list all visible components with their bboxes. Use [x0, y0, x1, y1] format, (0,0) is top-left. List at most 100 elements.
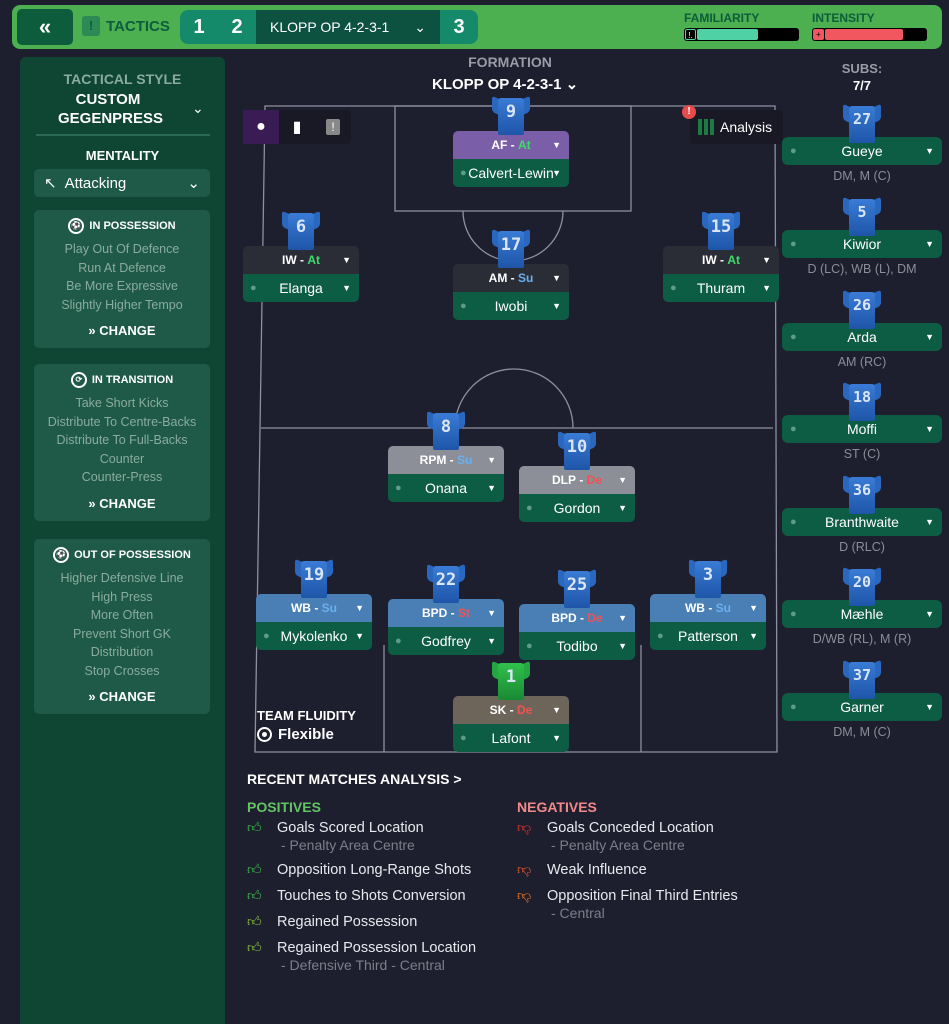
familiarity-icon: !.	[685, 29, 696, 40]
thumbs-down-icon: 👎︎	[517, 861, 532, 877]
sub-player[interactable]: 36 ● Branthwaite ▼ D (RLC)	[782, 474, 942, 554]
role-dropdown[interactable]: AM - Su ▼	[453, 264, 569, 292]
tactics-label: ! TACTICS	[82, 16, 170, 36]
duty-label: De	[586, 473, 602, 487]
role-dropdown[interactable]: WB - Su ▼	[256, 594, 372, 622]
player-card[interactable]: 19 WB - Su ▼ ● Mykolenko ▼	[256, 558, 372, 650]
role-dropdown[interactable]: IW - At ▼	[243, 246, 359, 274]
shirt-icon: 22	[427, 563, 465, 603]
shirt-number: 15	[710, 217, 732, 237]
analysis-item: 👍︎ Goals Scored Location - Penalty Area Ce…	[247, 819, 476, 853]
sub-player[interactable]: 37 ● Garner ▼ DM, M (C)	[782, 659, 942, 739]
mentality-dropdown[interactable]: ↖ Attacking ⌄	[34, 169, 210, 197]
team-fluidity-label: TEAM FLUIDITY	[257, 708, 356, 723]
analysis-item: 👍︎ Regained Possession	[247, 913, 476, 931]
player-name: Godfrey	[421, 633, 471, 649]
thumbs-up-icon: 👍︎	[247, 939, 262, 955]
info-view-button[interactable]: !	[315, 110, 351, 144]
player-dropdown[interactable]: ● Godfrey ▼	[388, 627, 504, 655]
sub-player[interactable]: 5 ● Kiwior ▼ D (LC), WB (L), DM	[782, 196, 942, 276]
role-dropdown[interactable]: AF - At ▼	[453, 131, 569, 159]
player-view-button[interactable]: ●	[243, 110, 279, 144]
caret-down-icon: ▼	[552, 705, 561, 715]
role-dropdown[interactable]: RPM - Su ▼	[388, 446, 504, 474]
back-button[interactable]: «	[17, 9, 73, 45]
change-button[interactable]: » CHANGE	[34, 323, 210, 338]
player-card[interactable]: 22 BPD - St ▼ ● Godfrey ▼	[388, 563, 504, 655]
instruction-item: More Often	[90, 608, 154, 622]
role-dropdown[interactable]: IW - At ▼	[663, 246, 779, 274]
player-dropdown[interactable]: ● Mykolenko ▼	[256, 622, 372, 650]
shirt-number: 22	[435, 570, 457, 590]
player-dropdown[interactable]: ● Thuram ▼	[663, 274, 779, 302]
caret-down-icon: ▼	[762, 283, 771, 293]
recent-matches-analysis-link[interactable]: RECENT MATCHES ANALYSIS >	[247, 771, 462, 787]
player-dropdown[interactable]: ● Todibo ▼	[519, 632, 635, 660]
shirt-number: 8	[440, 417, 452, 437]
chevron-down-icon: ⌄	[565, 76, 579, 93]
player-card[interactable]: 10 DLP - De ▼ ● Gordon ▼	[519, 430, 635, 522]
role-dropdown[interactable]: BPD - St ▼	[388, 599, 504, 627]
tactic-slot-2[interactable]: 2	[218, 16, 256, 39]
thumbs-up-icon: 👍︎	[247, 861, 262, 877]
caret-down-icon: ▼	[749, 603, 758, 613]
sub-player[interactable]: 18 ● Moffi ▼ ST (C)	[782, 381, 942, 461]
caret-down-icon: ▼	[487, 455, 496, 465]
change-button[interactable]: » CHANGE	[34, 689, 210, 704]
shirt-number: 17	[500, 235, 522, 255]
tactic-slot-1[interactable]: 1	[180, 16, 218, 39]
analysis-item-detail: - Central	[551, 905, 605, 921]
player-name: Lafont	[491, 730, 531, 746]
bar-chart-icon: ▮	[292, 119, 302, 136]
caret-down-icon: ▼	[925, 332, 934, 342]
player-dropdown[interactable]: ● Iwobi ▼	[453, 292, 569, 320]
role-dropdown[interactable]: SK - De ▼	[453, 696, 569, 724]
tactic-slot-3[interactable]: 3	[440, 16, 478, 39]
player-dropdown[interactable]: ● Onana ▼	[388, 474, 504, 502]
change-label: CHANGE	[99, 495, 156, 511]
stats-view-button[interactable]: ▮	[279, 110, 315, 144]
player-card[interactable]: 17 AM - Su ▼ ● Iwobi ▼	[453, 228, 569, 320]
person-icon: ●	[790, 331, 797, 343]
player-card[interactable]: 25 BPD - De ▼ ● Todibo ▼	[519, 568, 635, 660]
player-dropdown[interactable]: ● Gordon ▼	[519, 494, 635, 522]
familiarity-meter[interactable]: FAMILIARITY !.	[684, 11, 799, 41]
player-card[interactable]: 1 SK - De ▼ ● Lafont ▼	[453, 660, 569, 752]
player-card[interactable]: 9 AF - At ▼ ● Calvert-Lewin ▼	[453, 95, 569, 187]
person-icon: ●	[790, 516, 797, 528]
sub-player-name: Branthwaite	[825, 514, 899, 530]
shirt-icon: 18	[843, 381, 881, 421]
sub-player[interactable]: 26 ● Arda ▼ AM (RC)	[782, 289, 942, 369]
sub-player[interactable]: 20 ● Mæhle ▼ D/WB (RL), M (R)	[782, 566, 942, 646]
player-dropdown[interactable]: ● Patterson ▼	[650, 622, 766, 650]
pitch-outline	[254, 105, 778, 753]
double-chevron-right-icon: »	[88, 689, 100, 704]
player-card[interactable]: 15 IW - At ▼ ● Thuram ▼	[663, 210, 779, 302]
tactical-style-value[interactable]: CUSTOM GEGENPRESS	[58, 90, 163, 128]
shirt-number: 37	[852, 666, 872, 684]
role-dropdown[interactable]: WB - Su ▼	[650, 594, 766, 622]
player-card[interactable]: 8 RPM - Su ▼ ● Onana ▼	[388, 410, 504, 502]
role-dropdown[interactable]: DLP - De ▼	[519, 466, 635, 494]
thumbs-down-icon: 👎︎	[517, 819, 532, 835]
change-button[interactable]: » CHANGE	[34, 496, 210, 511]
player-card[interactable]: 6 IW - At ▼ ● Elanga ▼	[243, 210, 359, 302]
shirt-number: 18	[852, 388, 872, 406]
chevron-down-icon[interactable]: ⌄	[192, 100, 204, 117]
sub-player-positions: AM (RC)	[837, 355, 887, 369]
player-card[interactable]: 3 WB - Su ▼ ● Patterson ▼	[650, 558, 766, 650]
instruction-item: Slightly Higher Tempo	[61, 297, 183, 312]
role-dropdown[interactable]: BPD - De ▼	[519, 604, 635, 632]
player-dropdown[interactable]: ● Calvert-Lewin ▼	[453, 159, 569, 187]
analysis-button[interactable]: Analysis	[690, 110, 783, 144]
intensity-meter[interactable]: INTENSITY +	[812, 11, 927, 41]
formation-dropdown[interactable]: KLOPP OP 4-2-3-1 ⌄	[432, 75, 578, 93]
role-label: WB	[290, 601, 311, 615]
card-title: IN TRANSITION	[91, 374, 174, 386]
analysis-item: 👍︎ Opposition Long-Range Shots	[247, 861, 476, 879]
sub-player[interactable]: 27 ● Gueye ▼ DM, M (C)	[782, 103, 942, 183]
sub-player-name: Gueye	[841, 143, 883, 159]
player-dropdown[interactable]: ● Lafont ▼	[453, 724, 569, 752]
tactic-selector[interactable]: KLOPP OP 4-2-3-1 ⌄	[256, 10, 440, 44]
player-dropdown[interactable]: ● Elanga ▼	[243, 274, 359, 302]
